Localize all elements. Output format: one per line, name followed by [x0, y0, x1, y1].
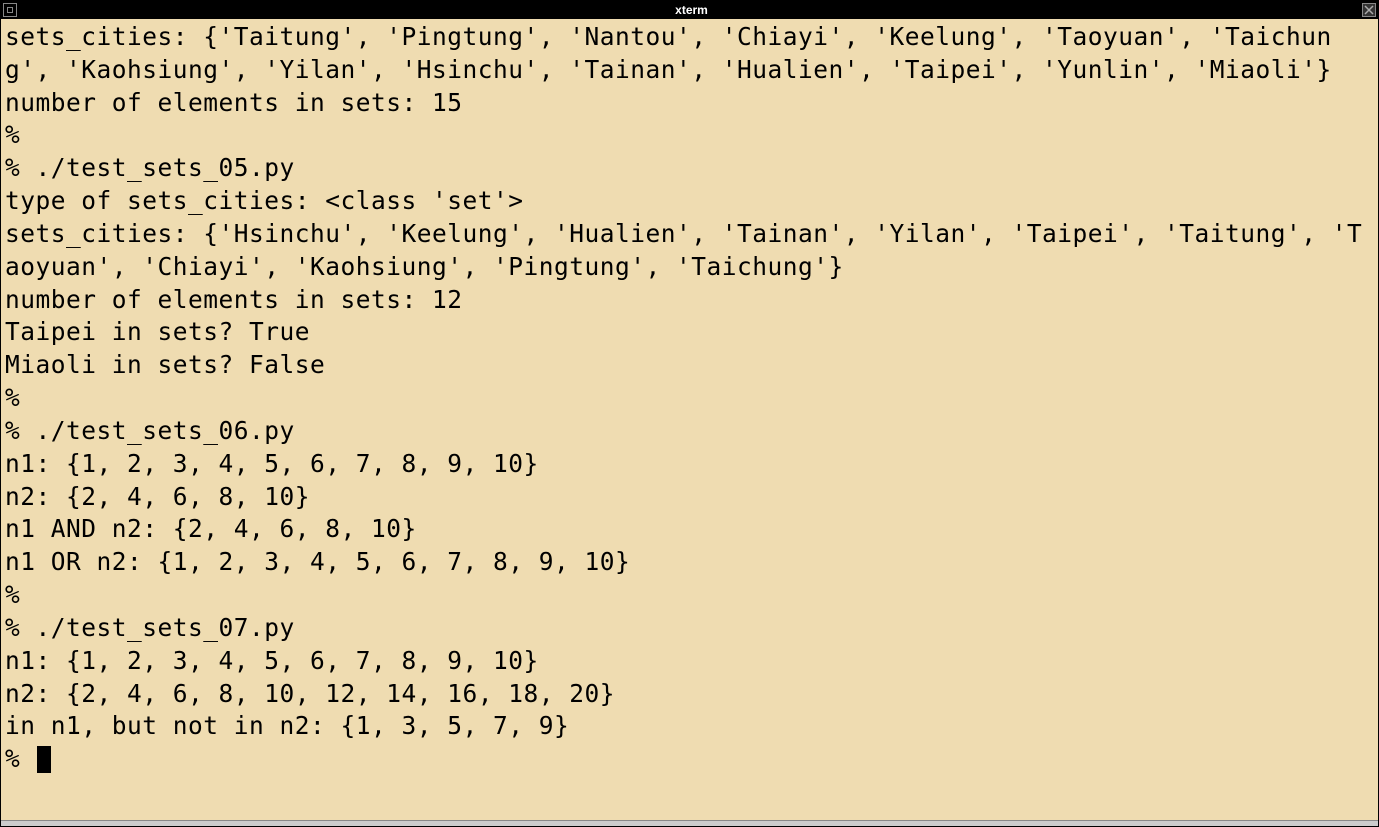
- bottom-border: [1, 820, 1378, 826]
- window-title: xterm: [21, 3, 1362, 17]
- terminal-prompt: %: [5, 744, 36, 773]
- close-icon[interactable]: [1362, 3, 1376, 17]
- cursor: [37, 746, 51, 773]
- xterm-window: xterm sets_cities: {'Taitung', 'Pingtung…: [0, 0, 1379, 827]
- titlebar-left: [3, 3, 21, 17]
- terminal-output: sets_cities: {'Taitung', 'Pingtung', 'Na…: [5, 22, 1362, 740]
- titlebar[interactable]: xterm: [1, 1, 1378, 19]
- window-menu-icon[interactable]: [3, 3, 17, 17]
- terminal-area[interactable]: sets_cities: {'Taitung', 'Pingtung', 'Na…: [1, 19, 1378, 820]
